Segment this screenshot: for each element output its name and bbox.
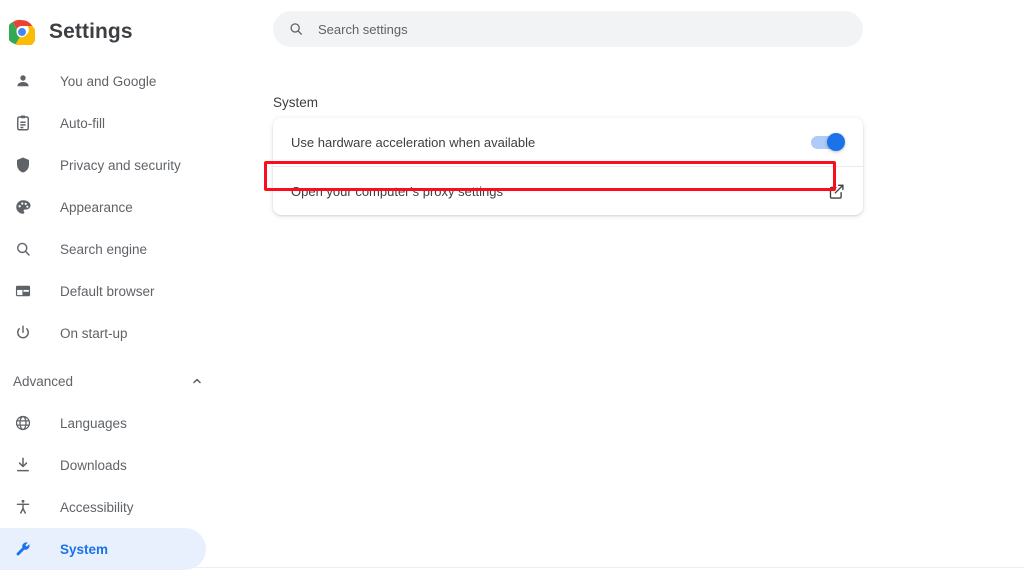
toggle-knob	[827, 133, 845, 151]
hardware-acceleration-toggle[interactable]	[811, 135, 845, 149]
sidebar-item-languages[interactable]: Languages	[0, 402, 260, 444]
globe-icon	[13, 413, 33, 433]
palette-icon	[13, 197, 33, 217]
sidebar-item-search-engine[interactable]: Search engine	[0, 228, 260, 270]
main-content: Search settings System Use hardware acce…	[260, 0, 1024, 576]
sidebar-item-default-browser[interactable]: Default browser	[0, 270, 260, 312]
sidebar-advanced-toggle[interactable]: Advanced	[0, 360, 206, 402]
proxy-settings-label: Open your computer’s proxy settings	[291, 184, 827, 199]
search-icon	[287, 20, 305, 38]
clipboard-icon	[13, 113, 33, 133]
sidebar-item-label: On start-up	[60, 326, 128, 341]
sidebar-advanced-label: Advanced	[13, 374, 188, 389]
hardware-acceleration-row[interactable]: Use hardware acceleration when available	[273, 118, 863, 166]
wrench-icon	[13, 539, 33, 559]
sidebar-item-downloads[interactable]: Downloads	[0, 444, 260, 486]
sidebar-item-label: Downloads	[60, 458, 127, 473]
sidebar-item-auto-fill[interactable]: Auto-fill	[0, 102, 260, 144]
power-icon	[13, 323, 33, 343]
system-settings-card: Use hardware acceleration when available…	[273, 118, 863, 215]
sidebar-item-privacy-and-security[interactable]: Privacy and security	[0, 144, 260, 186]
proxy-settings-row[interactable]: Open your computer’s proxy settings	[273, 167, 863, 215]
brand: Settings	[0, 14, 133, 50]
sidebar: Settings You and Google	[0, 0, 260, 576]
hardware-acceleration-label: Use hardware acceleration when available	[291, 135, 811, 150]
section-title-system: System	[273, 95, 318, 110]
person-icon	[13, 71, 33, 91]
sidebar-item-label: You and Google	[60, 74, 156, 89]
sidebar-item-label: Auto-fill	[60, 116, 105, 131]
sidebar-item-label: Default browser	[60, 284, 155, 299]
search-placeholder: Search settings	[318, 22, 408, 37]
page-title: Settings	[49, 20, 133, 44]
sidebar-item-appearance[interactable]: Appearance	[0, 186, 260, 228]
settings-page: Settings You and Google	[0, 0, 1024, 576]
search-input[interactable]: Search settings	[273, 11, 863, 47]
sidebar-item-label: Search engine	[60, 242, 147, 257]
sidebar-item-label: Appearance	[60, 200, 133, 215]
sidebar-item-accessibility[interactable]: Accessibility	[0, 486, 260, 528]
sidebar-item-label: Privacy and security	[60, 158, 181, 173]
chevron-up-icon	[188, 372, 206, 390]
external-link-icon[interactable]	[827, 182, 845, 200]
sidebar-item-you-and-google[interactable]: You and Google	[0, 60, 260, 102]
bottom-rule	[0, 567, 1024, 568]
sidebar-nav: You and Google Auto-fill	[0, 60, 260, 570]
accessibility-icon	[13, 497, 33, 517]
sidebar-item-label: Accessibility	[60, 500, 134, 515]
chrome-logo	[9, 19, 35, 45]
sidebar-item-label: Languages	[60, 416, 127, 431]
sidebar-item-system[interactable]: System	[0, 528, 206, 570]
browser-window-icon	[13, 281, 33, 301]
sidebar-item-on-start-up[interactable]: On start-up	[0, 312, 260, 354]
magnifier-icon	[13, 239, 33, 259]
sidebar-item-label: System	[60, 542, 108, 557]
shield-icon	[13, 155, 33, 175]
download-icon	[13, 455, 33, 475]
